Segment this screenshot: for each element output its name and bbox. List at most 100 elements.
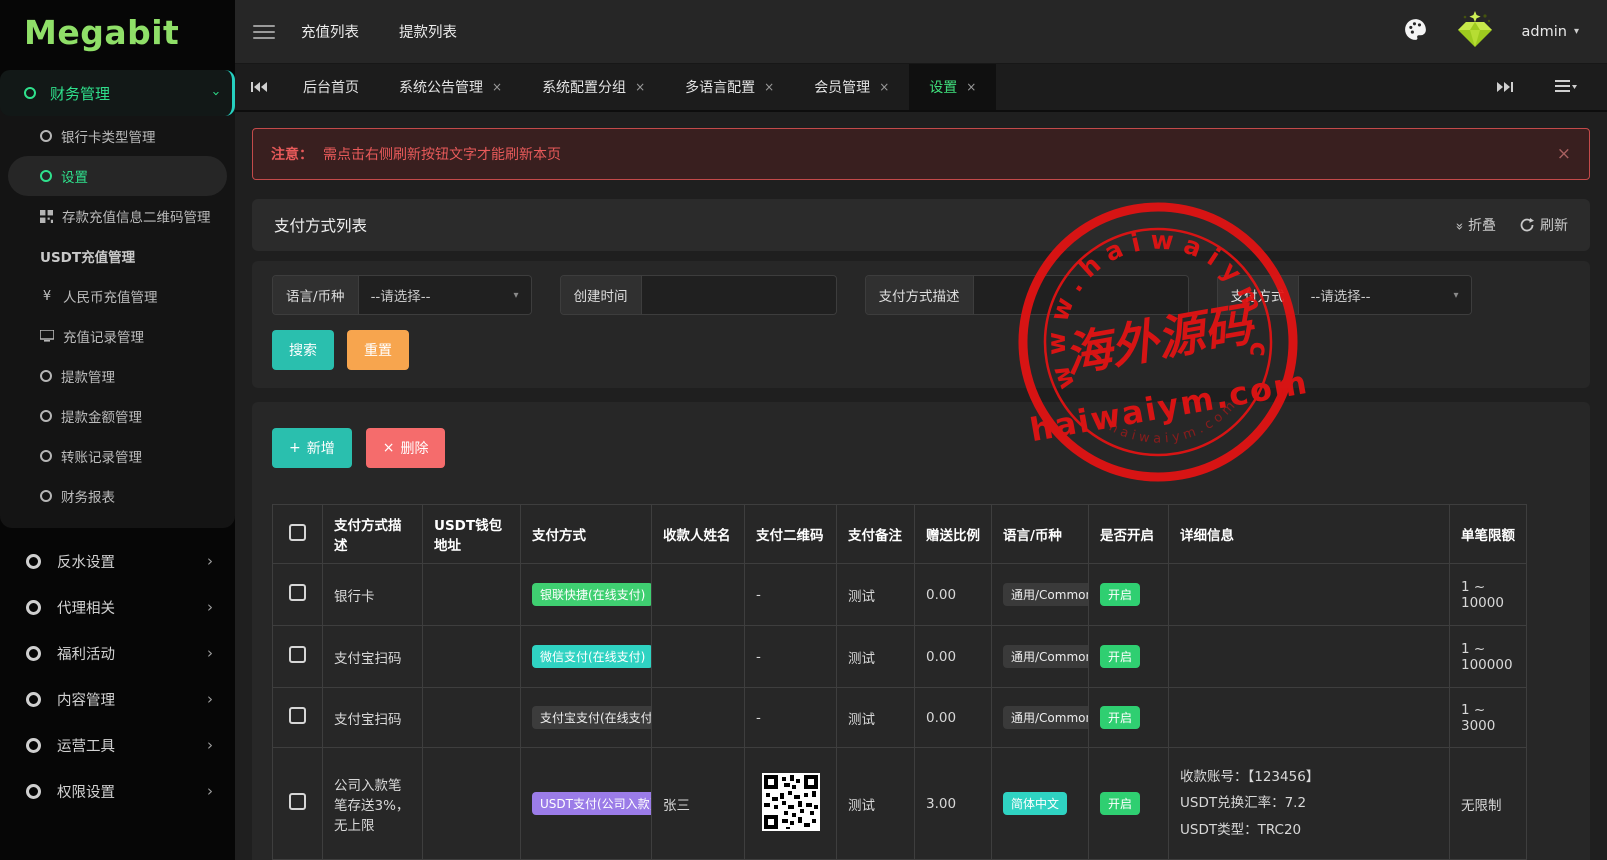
qr-icon: [40, 209, 53, 223]
close-icon[interactable]: ×: [635, 80, 645, 94]
sidebar-item-finance[interactable]: 财务管理 ›: [0, 70, 235, 116]
table-row: 银行卡 银联快捷(在线支付) - 测试 0.00 通用/Common 开启 1 …: [272, 563, 1527, 626]
sidebar-item-recharge-records[interactable]: 充值记录管理: [0, 316, 235, 356]
sidebar-item-usdt-recharge[interactable]: USDT充值管理: [0, 236, 235, 276]
search-button[interactable]: 搜索: [272, 330, 334, 370]
sidebar-item-settings[interactable]: 设置: [8, 156, 227, 196]
caret-down-icon: ▾: [1453, 289, 1459, 301]
ring-icon: [40, 450, 52, 462]
sidebar-item-withdraw-amount[interactable]: 提款金额管理: [0, 396, 235, 436]
sidebar-item-deposit-qrcode[interactable]: 存款充值信息二维码管理: [0, 196, 235, 236]
yen-icon: ¥: [42, 288, 52, 304]
filter-lang-select[interactable]: --请选择-- ▾: [358, 276, 531, 314]
table-row: 公司入款笔笔存送3%，无上限 USDT支付(公司入款) 张三 测试 3.00 简…: [272, 747, 1527, 860]
gem-icon[interactable]: [1454, 10, 1496, 54]
sidebar-item-permissions[interactable]: 权限设置 ›: [0, 768, 235, 814]
delete-button[interactable]: × 删除: [365, 428, 446, 468]
list-panel-header: 支付方式列表 » 折叠 刷新: [252, 199, 1590, 251]
tab-members[interactable]: 会员管理 ×: [794, 64, 909, 110]
sidebar-item-bankcard-type[interactable]: 银行卡类型管理: [0, 116, 235, 156]
ring-icon: [24, 87, 36, 99]
sidebar-item-agents[interactable]: 代理相关 ›: [0, 584, 235, 630]
sidebar-item-finance-report[interactable]: 财务报表: [0, 476, 235, 516]
filter-method-select[interactable]: --请选择-- ▾: [1298, 276, 1471, 314]
table-panel: + 新增 × 删除 支付方式描述 USDT钱包地址 支付方式 收款人姓名 支付二…: [252, 402, 1590, 860]
ring-icon: [26, 645, 41, 661]
top-header: 充值列表 提款列表 admin ▾: [235, 0, 1607, 64]
chevron-right-icon: ›: [207, 552, 213, 570]
chevron-right-icon: ›: [207, 782, 213, 800]
tabs-scroll-left-icon[interactable]: [235, 64, 283, 110]
tab-config-group[interactable]: 系统配置分组 ×: [522, 64, 665, 110]
close-icon[interactable]: ×: [966, 80, 976, 94]
sidebar-item-welfare[interactable]: 福利活动 ›: [0, 630, 235, 676]
ring-icon: [26, 599, 41, 615]
monitor-icon: [40, 330, 54, 342]
tab-multilang[interactable]: 多语言配置 ×: [665, 64, 794, 110]
filter-created-label: 创建时间: [560, 276, 642, 314]
user-menu[interactable]: admin ▾: [1522, 24, 1579, 40]
sidebar-item-content[interactable]: 内容管理 ›: [0, 676, 235, 722]
table-row: 支付宝扫码 支付宝支付(在线支付) - 测试 0.00 通用/Common 开启…: [272, 687, 1527, 748]
close-icon[interactable]: ×: [879, 80, 889, 94]
sidebar-item-transfer-records[interactable]: 转账记录管理: [0, 436, 235, 476]
qr-code-image: [761, 772, 820, 831]
ring-icon: [40, 410, 52, 422]
row-checkbox[interactable]: [289, 793, 306, 810]
tab-dashboard[interactable]: 后台首页: [283, 64, 379, 110]
table-row: 支付宝扫码 微信支付(在线支付) - 测试 0.00 通用/Common 开启 …: [272, 625, 1527, 688]
ring-icon: [40, 130, 52, 142]
filter-lang-label: 语言/币种: [273, 276, 359, 314]
collapse-button[interactable]: » 折叠: [1452, 215, 1496, 235]
lang-badge: 简体中文: [1003, 792, 1068, 815]
page-title: 支付方式列表: [274, 217, 368, 235]
finance-menu-group: 财务管理 › 银行卡类型管理 设置 存款充值信息二维码管理 USDT充值管理 ¥…: [0, 70, 235, 528]
select-all-checkbox[interactable]: [289, 523, 306, 541]
tabs-menu-icon[interactable]: [1539, 80, 1593, 94]
filter-created-input[interactable]: [653, 287, 824, 303]
add-button[interactable]: + 新增: [272, 428, 352, 468]
sidebar-item-withdraw-mgmt[interactable]: 提款管理: [0, 356, 235, 396]
row-checkbox[interactable]: [289, 646, 306, 663]
tab-settings[interactable]: 设置 ×: [909, 64, 997, 110]
x-icon: ×: [382, 440, 395, 456]
chevron-right-icon: ›: [207, 644, 213, 662]
chevron-right-icon: ›: [207, 736, 213, 754]
row-checkbox[interactable]: [289, 584, 306, 601]
nav-recharge-list[interactable]: 充值列表: [301, 21, 359, 42]
status-badge[interactable]: 开启: [1100, 792, 1141, 815]
theme-palette-icon[interactable]: [1403, 17, 1428, 46]
sidebar-item-rmb-recharge[interactable]: ¥ 人民币充值管理: [0, 276, 235, 316]
tabs-scroll-right-icon[interactable]: [1481, 81, 1529, 93]
ring-icon: [40, 170, 52, 182]
app-window: Megabit 财务管理 › 银行卡类型管理 设置 存款充值信息二维码管理 US…: [0, 0, 1607, 860]
menu-toggle-icon[interactable]: [253, 21, 275, 43]
close-icon[interactable]: ×: [1557, 144, 1571, 164]
lang-badge: 通用/Common: [1003, 583, 1088, 606]
filter-method-label: 支付方式: [1217, 276, 1299, 314]
ring-icon: [26, 737, 41, 753]
lang-badge: 通用/Common: [1003, 645, 1088, 668]
close-icon[interactable]: ×: [492, 80, 502, 94]
double-chevron-icon: »: [1451, 222, 1467, 228]
tab-bar: 后台首页 系统公告管理 × 系统配置分组 × 多语言配置 × 会员管理 × 设置…: [235, 64, 1607, 112]
reset-button[interactable]: 重置: [347, 330, 409, 370]
caret-down-icon: ▾: [513, 289, 519, 301]
sidebar-item-rebate[interactable]: 反水设置 ›: [0, 538, 235, 584]
row-checkbox[interactable]: [289, 707, 306, 724]
close-icon[interactable]: ×: [764, 80, 774, 94]
nav-withdraw-list[interactable]: 提款列表: [399, 21, 457, 42]
filter-desc-input[interactable]: [985, 287, 1176, 303]
method-badge: 银联快捷(在线支付): [532, 583, 651, 606]
status-badge[interactable]: 开启: [1100, 645, 1141, 668]
tab-announcement[interactable]: 系统公告管理 ×: [379, 64, 522, 110]
chevron-right-icon: ›: [207, 690, 213, 708]
ring-icon: [26, 783, 41, 799]
sidebar-item-operation-tools[interactable]: 运营工具 ›: [0, 722, 235, 768]
status-badge[interactable]: 开启: [1100, 706, 1141, 729]
status-badge[interactable]: 开启: [1100, 583, 1141, 606]
method-badge: 支付宝支付(在线支付): [532, 706, 651, 729]
refresh-button[interactable]: 刷新: [1520, 215, 1568, 235]
method-badge: 微信支付(在线支付): [532, 645, 651, 668]
sidebar-item-label: 财务管理: [50, 84, 111, 103]
